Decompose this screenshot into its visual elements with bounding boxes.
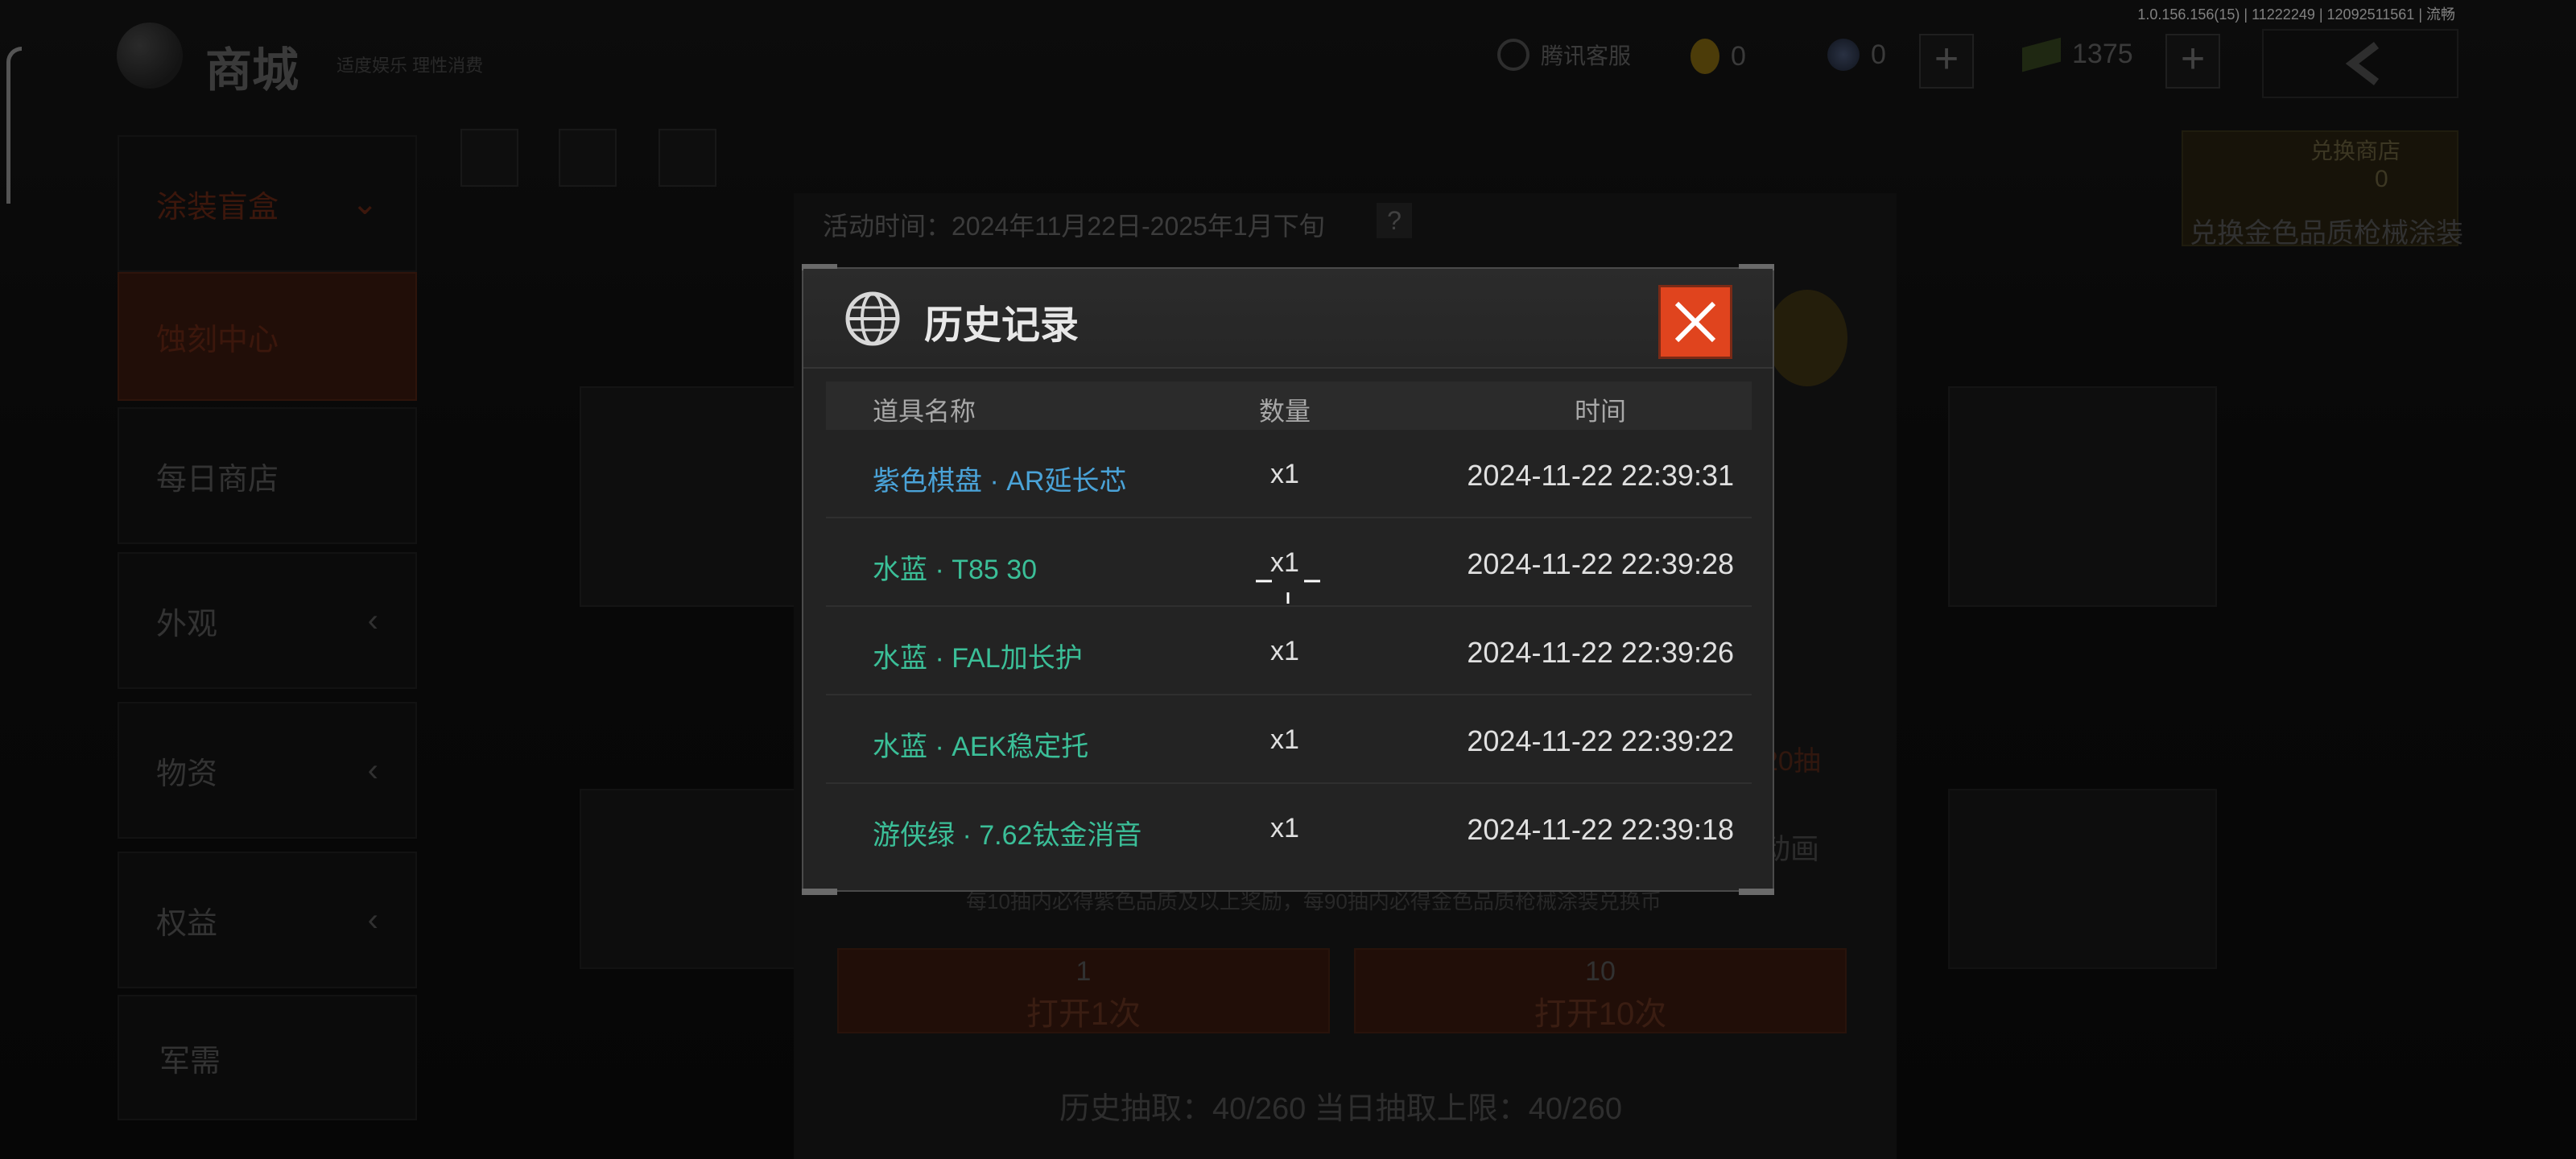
column-header-time: 时间 (1575, 397, 1627, 426)
globe-icon (845, 291, 900, 346)
history-row: 紫色棋盘 · AR延长芯 x1 2024-11-22 22:39:31 (826, 430, 1752, 518)
item-quantity: x1 (1270, 813, 1299, 843)
item-quantity: x1 (1270, 636, 1299, 666)
item-time: 2024-11-22 22:39:31 (1467, 459, 1734, 492)
column-header-name: 道具名称 (873, 397, 976, 426)
item-name: 水蓝 · AEK稳定托 (873, 732, 1089, 762)
history-modal: 历史记录 道具名称 数量 时间 紫色棋盘 · AR延长芯 x1 2024-11-22… (802, 264, 1774, 895)
item-name: 紫色棋盘 · AR延长芯 (873, 466, 1127, 497)
item-time: 2024-11-22 22:39:22 (1467, 724, 1734, 757)
modal-title: 历史记录 (924, 304, 1080, 347)
close-button[interactable] (1658, 285, 1732, 359)
item-quantity: x1 (1270, 459, 1299, 489)
item-time: 2024-11-22 22:39:28 (1467, 547, 1734, 580)
column-header-qty: 数量 (1259, 397, 1311, 426)
history-row: 游侠绿 · 7.62钛金消音 x1 2024-11-22 22:39:18 (826, 784, 1752, 872)
close-icon (1674, 301, 1716, 343)
table-header: 道具名称 数量 时间 (826, 382, 1752, 430)
modal-header: 历史记录 (803, 269, 1773, 369)
item-quantity: x1 (1270, 724, 1299, 755)
crosshair-cursor-icon (1256, 580, 1320, 604)
item-name: 游侠绿 · 7.62钛金消音 (873, 820, 1142, 851)
item-name: 水蓝 · FAL加长护 (873, 643, 1083, 674)
item-time: 2024-11-22 22:39:18 (1467, 813, 1734, 846)
history-row: 水蓝 · AEK稳定托 x1 2024-11-22 22:39:22 (826, 695, 1752, 784)
history-row: 水蓝 · FAL加长护 x1 2024-11-22 22:39:26 (826, 607, 1752, 695)
item-time: 2024-11-22 22:39:26 (1467, 636, 1734, 669)
item-name: 水蓝 · T85 30 (873, 555, 1038, 585)
